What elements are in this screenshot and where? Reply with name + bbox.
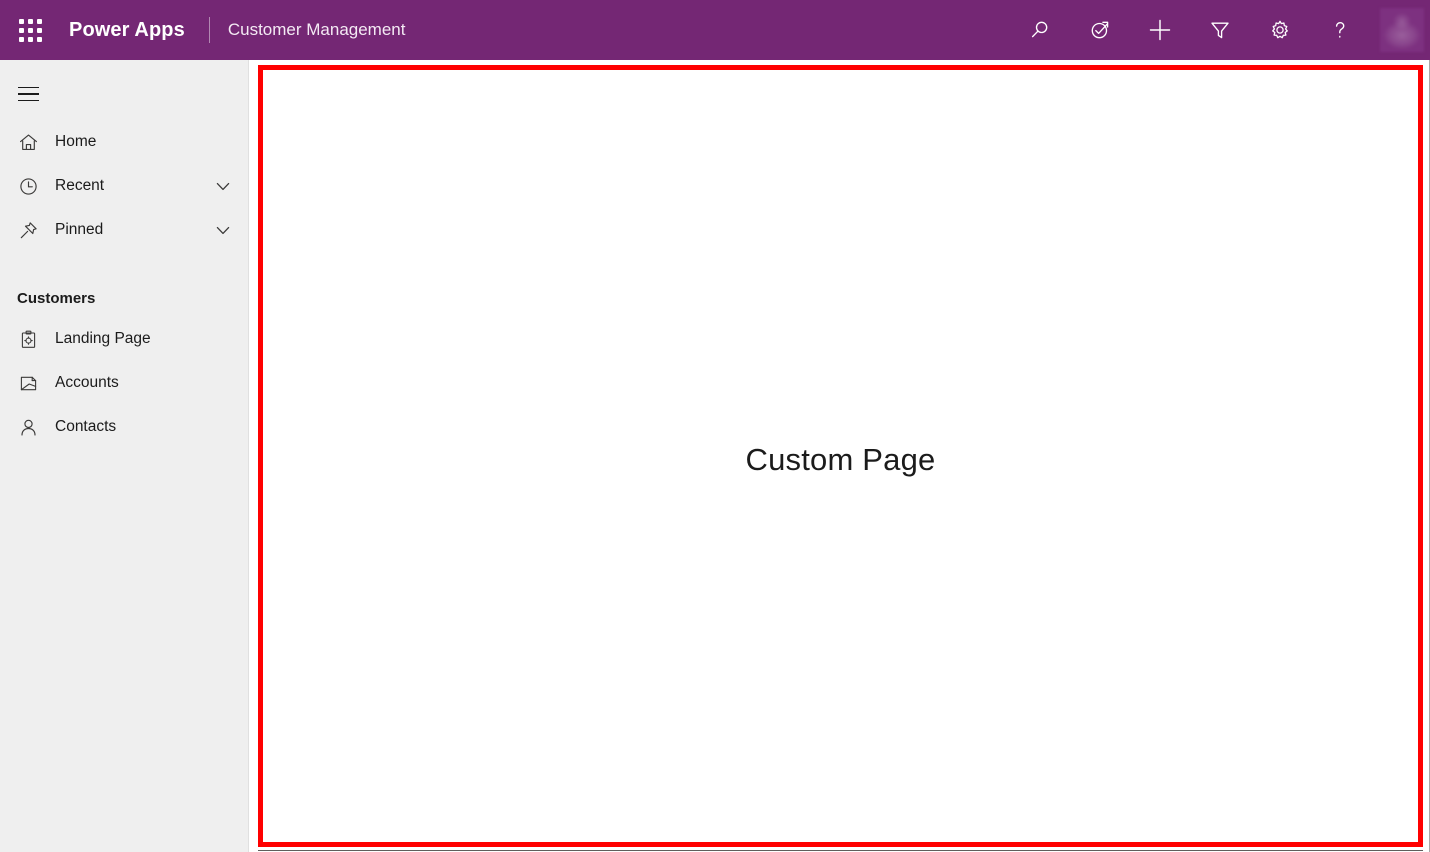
assistant-icon (1088, 18, 1112, 42)
waffle-dot (19, 19, 24, 24)
settings-button[interactable] (1260, 6, 1300, 54)
sidebar-item-contacts[interactable]: Contacts (0, 405, 248, 449)
waffle-dot (37, 19, 42, 24)
chevron-down-icon[interactable] (212, 175, 234, 197)
person-icon (16, 415, 40, 439)
gear-icon (1268, 18, 1292, 42)
sidebar-item-accounts[interactable]: Accounts (0, 361, 248, 405)
sidebar: Home Recent (0, 60, 249, 852)
divider-line (258, 850, 1423, 851)
content-host: Custom Page (250, 60, 1430, 852)
hamburger-menu-icon[interactable] (2, 68, 54, 120)
waffle-dot (37, 28, 42, 33)
avatar[interactable] (1380, 8, 1424, 52)
sidebar-item-label: Home (55, 133, 96, 151)
topbar-actions (1010, 0, 1430, 60)
pin-icon (16, 218, 40, 242)
waffle-dot (28, 37, 33, 42)
hamburger-line (18, 87, 39, 89)
waffle-dot (28, 19, 33, 24)
sidebar-item-label: Pinned (55, 221, 103, 239)
custom-page-highlight-frame: Custom Page (258, 65, 1423, 847)
help-button[interactable] (1320, 6, 1360, 54)
page-title: Custom Page (263, 442, 1418, 478)
brand-title[interactable]: Power Apps (69, 19, 185, 42)
sidebar-item-recent[interactable]: Recent (0, 164, 248, 208)
hamburger-line (18, 93, 39, 95)
waffle-dot (28, 28, 33, 33)
sidebar-item-home[interactable]: Home (0, 120, 248, 164)
filter-button[interactable] (1200, 6, 1240, 54)
plus-icon (1147, 17, 1173, 43)
sidebar-item-label: Recent (55, 177, 104, 195)
sidebar-item-label: Landing Page (55, 330, 151, 348)
power-apps-window: Power Apps Customer Management (0, 0, 1430, 852)
sidebar-item-label: Contacts (55, 418, 116, 436)
waffle-dot (19, 28, 24, 33)
waffle-dot (19, 37, 24, 42)
search-button[interactable] (1020, 6, 1060, 54)
sidebar-item-landing-page[interactable]: Landing Page (0, 317, 248, 361)
clock-icon (16, 174, 40, 198)
search-icon (1028, 18, 1052, 42)
assistant-button[interactable] (1080, 6, 1120, 54)
waffle-dot (37, 37, 42, 42)
filter-icon (1208, 18, 1232, 42)
sidebar-item-pinned[interactable]: Pinned (0, 208, 248, 252)
top-command-bar: Power Apps Customer Management (0, 0, 1430, 60)
app-name-title: Customer Management (228, 20, 406, 40)
hamburger-line (18, 100, 39, 102)
sidebar-item-label: Accounts (55, 374, 119, 392)
home-icon (16, 130, 40, 154)
accounts-card-icon (16, 371, 40, 395)
topbar-divider (209, 17, 210, 43)
chevron-down-icon[interactable] (212, 219, 234, 241)
clipboard-gear-icon (16, 327, 40, 351)
sidebar-group-title: Customers (0, 290, 248, 307)
new-button[interactable] (1140, 6, 1180, 54)
help-icon (1328, 18, 1352, 42)
waffle-grid (19, 19, 42, 42)
app-launcher-waffle-icon[interactable] (0, 0, 60, 60)
